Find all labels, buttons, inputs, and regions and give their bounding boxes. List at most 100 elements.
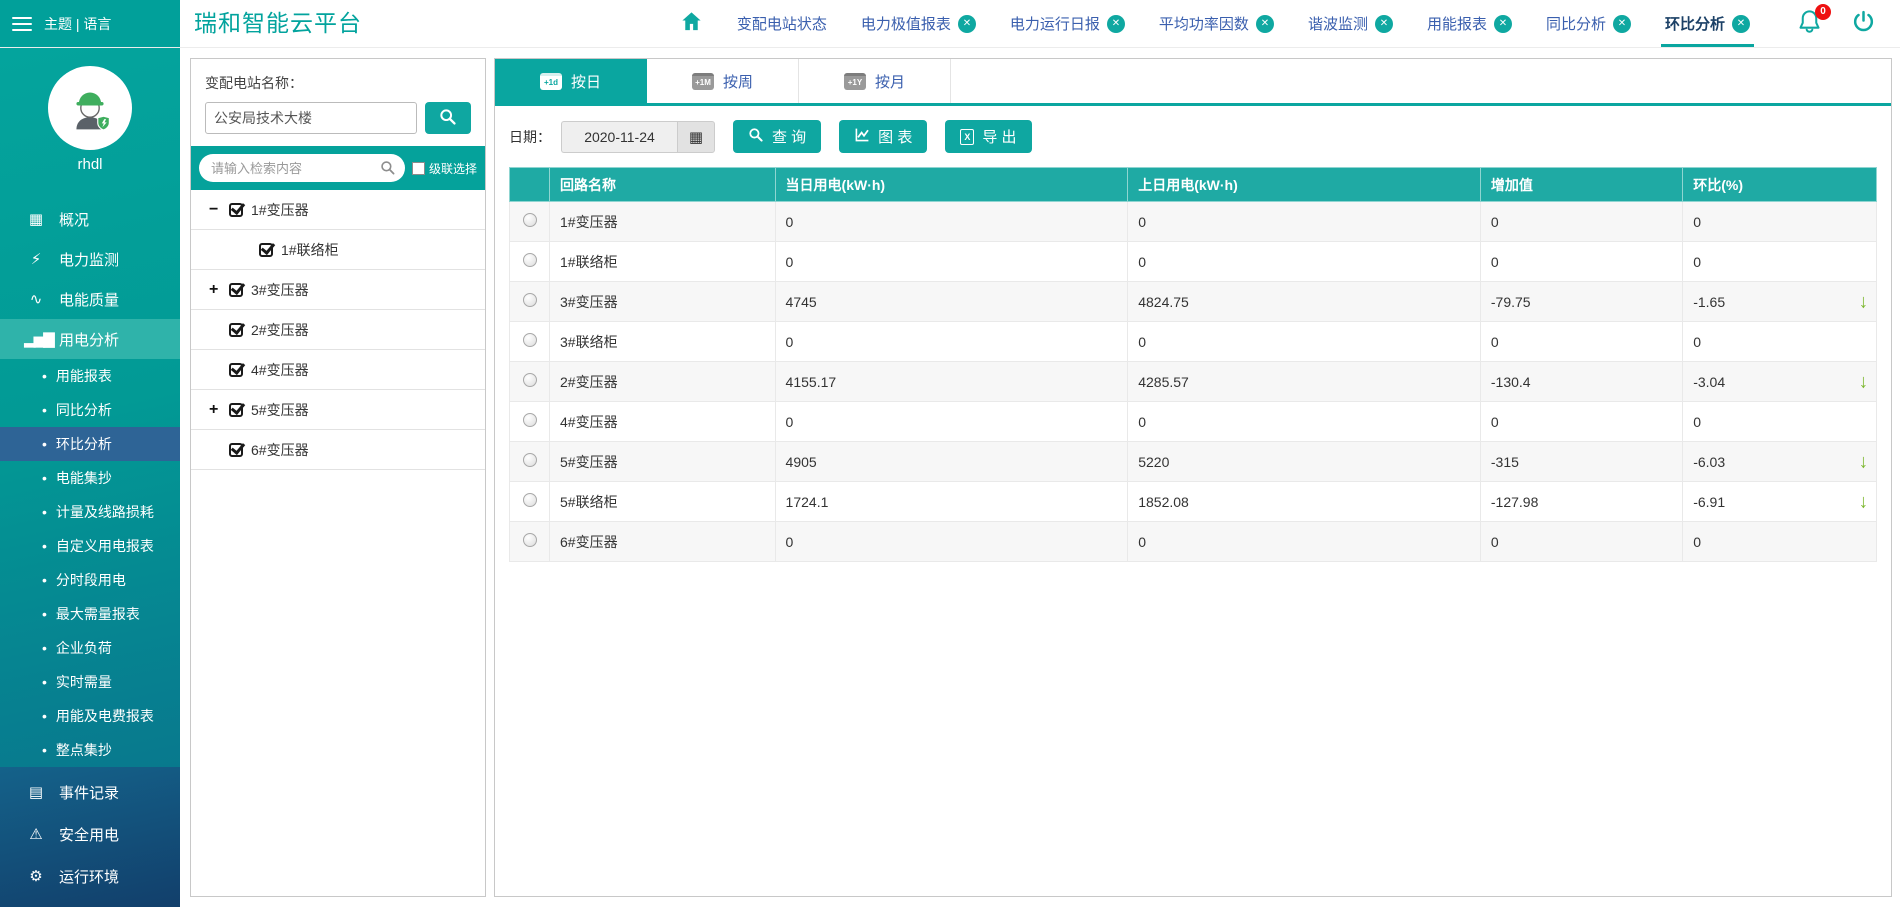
sidebar-main-item[interactable]: ∿ 电能质量 [0,279,180,319]
table-row: 6#变压器 0 0 0 0 [510,522,1877,562]
cascade-checkbox[interactable] [412,162,425,175]
tree-expander-icon[interactable]: + [209,281,229,299]
station-name-input[interactable] [205,102,417,134]
search-icon [748,127,764,147]
close-icon[interactable] [1107,15,1125,33]
close-icon[interactable] [1256,15,1274,33]
tree-node[interactable]: 6#变压器 [191,430,485,470]
sidebar-sub-item[interactable]: 最大需量报表 [0,597,180,631]
sidebar-sub-item[interactable]: 计量及线路损耗 [0,495,180,529]
sidebar-sub-item[interactable]: 整点集抄 [0,733,180,767]
nav-tab[interactable]: 电力极值报表 [861,0,976,47]
query-button[interactable]: 查 询 [733,120,821,153]
station-search-button[interactable] [425,102,471,134]
overview-icon: ▦ [24,210,46,228]
sidebar-sub-item[interactable]: 电能集抄 [0,461,180,495]
date-input[interactable]: 2020-11-24 [561,121,677,153]
sidebar-main-item[interactable]: ▦ 概况 [0,199,180,239]
tree-checkbox-checked-icon[interactable] [229,323,243,337]
home-button[interactable] [680,0,703,47]
tree-node[interactable]: 1#联络柜 [191,230,485,270]
close-icon[interactable] [1494,15,1512,33]
sidebar-sub-item[interactable]: 同比分析 [0,393,180,427]
chart-button[interactable]: 图 表 [839,120,927,153]
topbar: 主题 | 语言 瑞和智能云平台 变配电站状态 电力极值报表 电力运行日报 [0,0,1900,48]
row-radio-button[interactable] [523,293,537,307]
power-icon [1851,21,1876,38]
sidebar-sub-item-label: 整点集抄 [56,740,112,760]
sidebar-sub-item[interactable]: 自定义用电报表 [0,529,180,563]
tree-expander-icon[interactable]: + [209,401,229,419]
cell-circuit-name: 5#变压器 [550,442,776,482]
row-radio-button[interactable] [523,533,537,547]
cell-today-usage: 0 [775,322,1128,362]
nav-tab[interactable]: 同比分析 [1546,0,1631,47]
theme-language-menu[interactable]: 主题 | 语言 [44,14,111,34]
tree-checkbox-checked-icon[interactable] [259,243,273,257]
sidebar-sub-item[interactable]: 企业负荷 [0,631,180,665]
period-tab[interactable]: +1Y 按月 [799,59,951,103]
tree-search-input[interactable] [199,154,405,182]
tree-checkbox-checked-icon[interactable] [229,203,243,217]
cell-delta: -315 [1480,442,1682,482]
tree-node[interactable]: + 5#变压器 [191,390,485,430]
date-picker-button[interactable]: ▦ [677,121,715,153]
period-tab[interactable]: +1d 按日 [495,59,647,103]
tree-node[interactable]: 4#变压器 [191,350,485,390]
sidebar-sub-item[interactable]: 用能及电费报表 [0,699,180,733]
row-radio-button[interactable] [523,373,537,387]
period-tab[interactable]: +1M 按周 [647,59,799,103]
tree-checkbox-checked-icon[interactable] [229,283,243,297]
tree-checkbox-checked-icon[interactable] [229,443,243,457]
sidebar-main-item[interactable]: ⚡ 电力监测 [0,239,180,279]
sidebar-bottom-item[interactable]: ⚠ 安全用电 [0,813,180,855]
sidebar-main-item[interactable]: ▂▅▇ 用电分析 [0,319,180,359]
sidebar-bottom-item[interactable]: ▤ 事件记录 [0,771,180,813]
sidebar-sub-item[interactable]: 实时需量 [0,665,180,699]
row-radio-button[interactable] [523,253,537,267]
close-icon[interactable] [1732,15,1750,33]
hamburger-menu-icon[interactable] [12,17,32,31]
row-radio-button[interactable] [523,493,537,507]
cell-circuit-name: 3#变压器 [550,282,776,322]
nav-tab[interactable]: 电力运行日报 [1010,0,1125,47]
nav-tab[interactable]: 变配电站状态 [737,0,827,47]
tree-node[interactable]: 2#变压器 [191,310,485,350]
row-radio-button[interactable] [523,213,537,227]
tree-node[interactable]: − 1#变压器 [191,190,485,230]
nav-tab[interactable]: 用能报表 [1427,0,1512,47]
row-radio-button[interactable] [523,413,537,427]
sidebar-item-label: 概况 [59,209,89,230]
period-tabs: +1d 按日 +1M 按周 +1Y 按月 [495,59,1891,106]
nav-tab[interactable]: 谐波监测 [1308,0,1393,47]
tree-checkbox-checked-icon[interactable] [229,363,243,377]
nav-tab[interactable]: 环比分析 [1665,0,1750,47]
row-radio-button[interactable] [523,333,537,347]
close-icon[interactable] [1613,15,1631,33]
avatar[interactable] [48,66,132,150]
sidebar-sub-item-label: 用能报表 [56,366,112,386]
nav-tab-label: 电力运行日报 [1010,13,1100,34]
table-header-row: 回路名称 当日用电(kW·h) 上日用电(kW·h) 增加值 环比(%) [510,168,1877,202]
cell-yesterday-usage: 0 [1128,522,1481,562]
close-icon[interactable] [958,15,976,33]
down-arrow-icon [1859,492,1869,511]
cell-ratio: 0 [1683,402,1877,442]
tree-node[interactable]: + 3#变压器 [191,270,485,310]
sidebar-sub-item[interactable]: 环比分析 [0,427,180,461]
export-button[interactable]: X 导 出 [945,120,1031,153]
nav-tab[interactable]: 平均功率因数 [1159,0,1274,47]
cell-delta: -127.98 [1480,482,1682,522]
sidebar-sub-item-label: 实时需量 [56,672,112,692]
row-radio-button[interactable] [523,453,537,467]
cascade-select-toggle[interactable]: 级联选择 [412,160,477,177]
sidebar-bottom-item[interactable]: ⚙ 运行环境 [0,855,180,897]
tree-checkbox-checked-icon[interactable] [229,403,243,417]
sidebar-sub-item[interactable]: 分时段用电 [0,563,180,597]
logout-button[interactable] [1851,9,1876,39]
sidebar-sub-item[interactable]: 用能报表 [0,359,180,393]
tree-expander-icon[interactable]: − [209,201,229,219]
cell-ratio: -1.65 [1683,282,1877,322]
close-icon[interactable] [1375,15,1393,33]
notifications-button[interactable]: 0 [1796,8,1823,40]
